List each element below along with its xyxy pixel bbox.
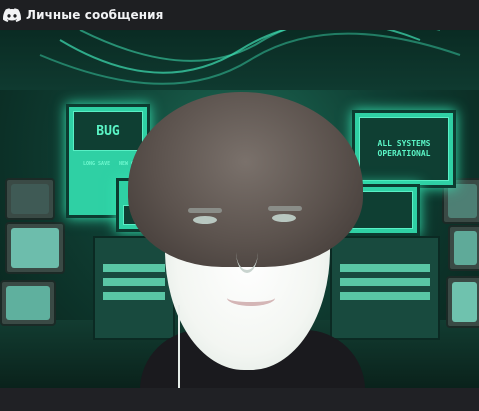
crt-monitor xyxy=(446,276,479,328)
mouth xyxy=(227,290,275,306)
earphone-cable xyxy=(178,305,180,388)
crt-monitor xyxy=(5,178,55,220)
crt-monitor xyxy=(448,225,479,271)
nose xyxy=(236,230,258,273)
long-save-label: LONG SAVE xyxy=(83,161,111,167)
cabinet-right xyxy=(330,236,440,340)
bottom-strip xyxy=(0,388,479,411)
ceiling xyxy=(0,30,479,90)
title-bar: Личные сообщения xyxy=(0,0,479,30)
systems-line-1: ALL SYSTEMS xyxy=(377,139,431,148)
right-eye xyxy=(272,214,296,222)
bug-sign-text: BUG xyxy=(73,111,143,151)
crt-monitor xyxy=(0,280,56,326)
systems-sign: ALL SYSTEMS OPERATIONAL xyxy=(352,110,456,188)
video-feed[interactable]: BUG LONG SAVE NEW GAME INT ALL SYSTEMS O… xyxy=(0,30,479,388)
systems-line-2: OPERATIONAL xyxy=(377,149,431,158)
window-title: Личные сообщения xyxy=(26,8,164,22)
discord-call-window: Личные сообщения BUG LONG SAVE NEW GAME xyxy=(0,0,479,411)
systems-sign-panel: ALL SYSTEMS OPERATIONAL xyxy=(359,117,449,181)
left-eyebrow xyxy=(188,208,222,213)
left-eye xyxy=(193,216,217,224)
crt-monitor xyxy=(5,222,65,274)
discord-icon xyxy=(3,6,21,24)
right-eyebrow xyxy=(268,206,302,211)
